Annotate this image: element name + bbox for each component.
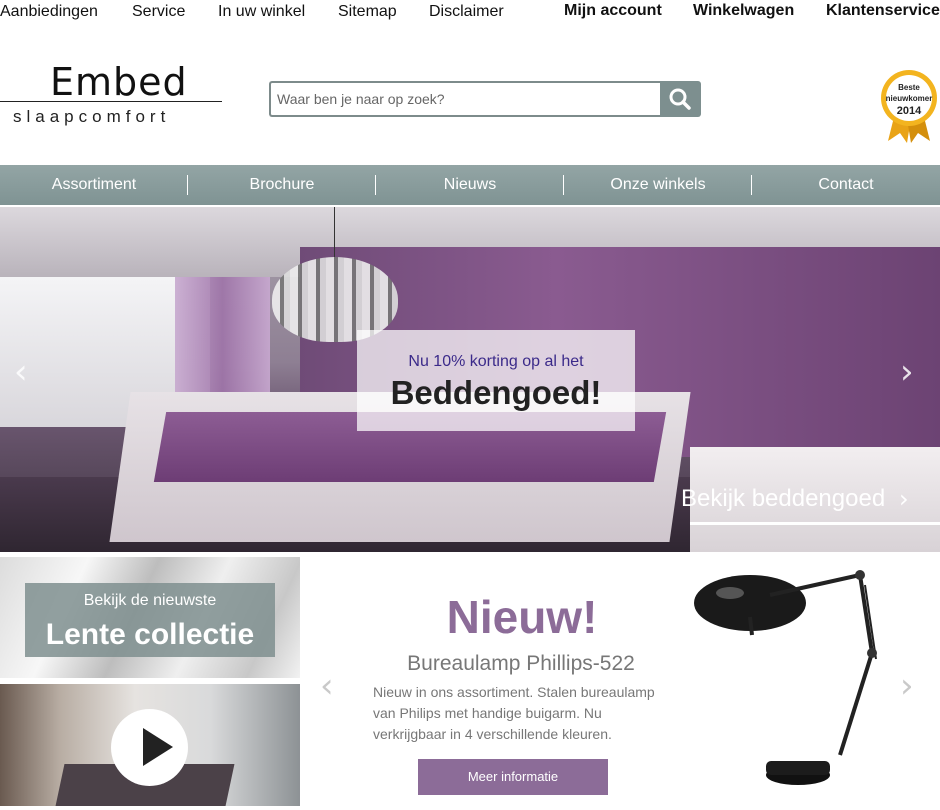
- badge-year: 2014: [897, 105, 922, 117]
- desk-lamp-icon: [694, 570, 877, 785]
- hero-promo-box[interactable]: Nu 10% korting op al het Beddengoed!: [357, 330, 635, 431]
- nav-item-brochure[interactable]: Brochure: [188, 165, 376, 205]
- collection-tile[interactable]: Bekijk de nieuwste Lente collectie: [0, 557, 300, 678]
- nav-item-nieuws[interactable]: Nieuws: [376, 165, 564, 205]
- search-bar: [269, 81, 701, 117]
- award-ribbon-icon: Beste nieuwkomer 2014: [881, 70, 937, 143]
- nav-item-assortiment[interactable]: Assortiment: [0, 165, 188, 205]
- search-icon: [669, 88, 691, 110]
- top-links-bar: Aanbiedingen Service In uw winkel Sitema…: [0, 0, 940, 26]
- badge-line2: nieuwkomer: [886, 94, 933, 103]
- hero-cta-underline: [690, 522, 940, 525]
- product-heading: Nieuw!: [446, 591, 598, 643]
- toplink-aanbiedingen[interactable]: Aanbiedingen: [0, 3, 98, 21]
- toplink-winkelwagen[interactable]: Winkelwagen: [693, 2, 794, 20]
- logo-brand-text: Embed: [50, 60, 188, 104]
- hero-prev-arrow-icon[interactable]: ‹: [14, 355, 44, 389]
- product-image[interactable]: [690, 565, 890, 790]
- product-description: Nieuw in ons assortiment. Stalen bureaul…: [373, 684, 655, 742]
- collection-subtitle: Bekijk de nieuwste: [83, 592, 217, 609]
- toplink-service[interactable]: Service: [132, 3, 185, 21]
- collection-title: Lente collectie: [45, 618, 255, 651]
- product-prev-arrow-icon[interactable]: ‹: [320, 666, 334, 706]
- award-badge: Beste nieuwkomer 2014: [880, 69, 938, 143]
- logo-divider: [0, 101, 222, 102]
- hero-cta-link[interactable]: Bekijk beddengoed ›: [681, 485, 940, 525]
- main-nav: Assortiment Brochure Nieuws Onze winkels…: [0, 165, 940, 205]
- logo-subtitle: slaapcomfort: [13, 107, 171, 126]
- nav-item-contact[interactable]: Contact: [752, 165, 940, 205]
- toplink-in-uw-winkel[interactable]: In uw winkel: [218, 3, 305, 21]
- hero-cta-label: Bekijk beddengoed: [681, 485, 886, 512]
- more-info-button[interactable]: Meer informatie: [418, 759, 608, 795]
- toplink-disclaimer[interactable]: Disclaimer: [429, 3, 504, 21]
- product-next-arrow-icon[interactable]: ›: [900, 666, 914, 706]
- product-name: Bureaulamp Phillips-522: [407, 652, 635, 675]
- badge-line1: Beste: [898, 83, 920, 92]
- toplink-klantenservice[interactable]: Klantenservice: [826, 2, 940, 20]
- site-logo[interactable]: Embed slaapcomfort: [0, 60, 222, 130]
- chevron-right-icon: ›: [899, 485, 909, 513]
- video-tile[interactable]: [0, 684, 300, 806]
- play-icon: [143, 728, 173, 766]
- search-input[interactable]: [269, 81, 661, 117]
- toplink-sitemap[interactable]: Sitemap: [338, 3, 397, 21]
- search-button[interactable]: [660, 81, 701, 117]
- toplink-mijn-account[interactable]: Mijn account: [564, 2, 662, 20]
- nav-item-onze-winkels[interactable]: Onze winkels: [564, 165, 752, 205]
- hero-image-lamp-cord: [334, 207, 335, 259]
- collection-caption-box: Bekijk de nieuwste Lente collectie: [25, 583, 275, 657]
- promo-subtitle: Nu 10% korting op al het: [408, 353, 584, 370]
- hero-next-arrow-icon[interactable]: ›: [900, 355, 930, 389]
- promo-title: Beddengoed!: [390, 374, 602, 411]
